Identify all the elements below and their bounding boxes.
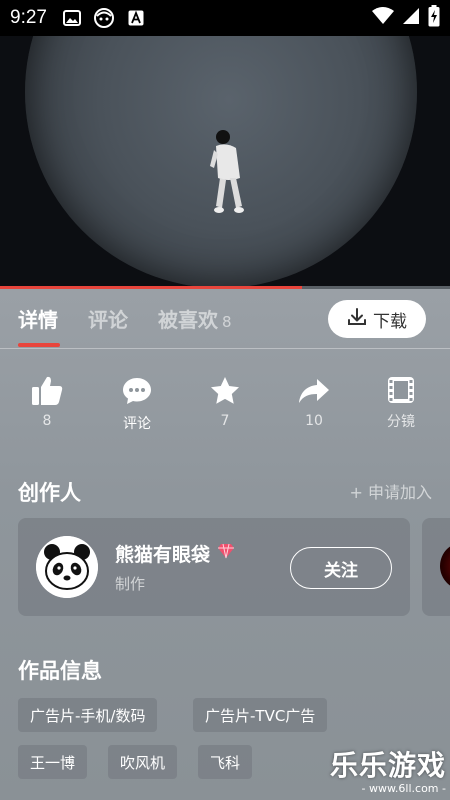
comment-button[interactable]: 评论 xyxy=(107,375,167,433)
signal-icon xyxy=(402,7,420,29)
tab-comments[interactable]: 评论 xyxy=(88,304,128,333)
star-icon xyxy=(211,377,239,404)
share-button[interactable]: 10 xyxy=(284,375,344,429)
active-tab-indicator xyxy=(18,343,60,347)
video-frame-person xyxy=(210,130,244,213)
status-bar: 9:27 xyxy=(0,0,450,36)
creator-role: 制作 xyxy=(115,575,146,593)
action-row: 8 评论 7 10 分镜 xyxy=(0,375,450,439)
creator-name[interactable]: 熊猫有眼袋 xyxy=(115,540,235,567)
follow-button[interactable]: 关注 xyxy=(290,547,392,589)
diamond-icon xyxy=(217,543,234,559)
share-icon xyxy=(299,379,329,403)
tag-item[interactable]: 王一博 xyxy=(18,745,88,779)
download-label: 下载 xyxy=(373,311,407,332)
watermark-url: - www.6ll.com - xyxy=(361,782,446,795)
thumbs-up-icon xyxy=(32,376,63,405)
next-creator-card[interactable] xyxy=(422,518,450,616)
face-icon xyxy=(93,7,115,29)
avatar[interactable] xyxy=(36,536,98,598)
comment-icon xyxy=(123,378,151,404)
status-time: 9:27 xyxy=(10,7,47,28)
download-icon xyxy=(347,307,367,332)
storyboard-button[interactable]: 分镜 xyxy=(371,375,431,431)
tab-bar: 详情 评论 被喜欢 8 下载 xyxy=(0,289,450,348)
a-icon xyxy=(125,7,147,29)
download-button[interactable]: 下载 xyxy=(328,300,426,338)
tab-details[interactable]: 详情 xyxy=(18,304,58,333)
avatar[interactable] xyxy=(440,542,450,590)
tag-item[interactable]: 广告片-TVC广告 xyxy=(193,698,328,732)
creator-card[interactable]: 熊猫有眼袋 制作 关注 xyxy=(18,518,410,616)
apply-join-link[interactable]: + 申请加入 xyxy=(350,479,433,503)
work-info-title: 作品信息 xyxy=(18,659,102,683)
creators-title: 创作人 xyxy=(18,481,81,505)
like-button[interactable]: 8 xyxy=(17,375,77,429)
tab-divider xyxy=(0,348,450,349)
favorite-button[interactable]: 7 xyxy=(195,375,255,429)
tag-item[interactable]: 飞科 xyxy=(198,745,253,779)
tag-item[interactable]: 吹风机 xyxy=(108,745,178,779)
film-icon xyxy=(388,377,414,403)
detail-panel: 详情 评论 被喜欢 8 下载 8 评论 7 10 分镜 创作人 + 申请加入 熊… xyxy=(0,289,450,800)
wifi-icon xyxy=(372,7,394,29)
watermark: 乐乐游戏 - www.6ll.com - xyxy=(330,750,450,800)
video-player[interactable] xyxy=(0,36,450,286)
panda-avatar-icon xyxy=(36,536,98,598)
image-icon xyxy=(61,7,83,29)
liked-count: 8 xyxy=(222,313,232,331)
tab-liked-by[interactable]: 被喜欢 8 xyxy=(158,304,232,333)
tag-item[interactable]: 广告片-手机/数码 xyxy=(18,698,158,732)
watermark-title: 乐乐游戏 xyxy=(330,749,447,782)
battery-charging-icon xyxy=(428,5,440,31)
